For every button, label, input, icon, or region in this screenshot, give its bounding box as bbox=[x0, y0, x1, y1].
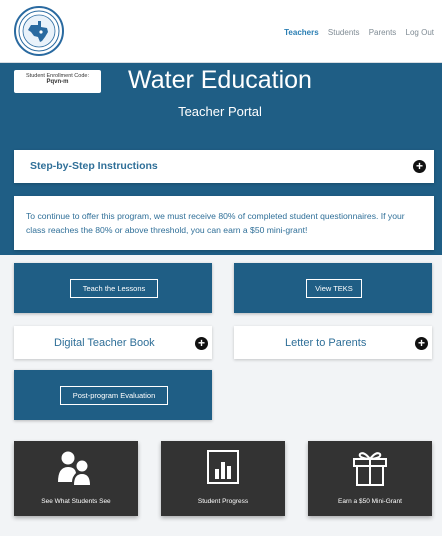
expand-plus-icon[interactable]: + bbox=[415, 337, 428, 350]
expand-plus-icon[interactable]: + bbox=[195, 337, 208, 350]
nav-parents[interactable]: Parents bbox=[369, 28, 397, 37]
letter-to-parents-label: Letter to Parents bbox=[285, 337, 367, 349]
view-teks-card: View TEKS bbox=[234, 263, 432, 313]
teach-lessons-button[interactable]: Teach the Lessons bbox=[70, 279, 158, 298]
expand-plus-icon[interactable]: + bbox=[413, 160, 426, 173]
students-icon bbox=[14, 449, 138, 492]
earn-mini-grant-label: Earn a $50 Mini-Grant bbox=[338, 498, 402, 505]
digital-teacher-book-card[interactable]: Digital Teacher Book + bbox=[14, 326, 212, 359]
instructions-label: Step-by-Step Instructions bbox=[30, 160, 158, 172]
digital-teacher-book-label: Digital Teacher Book bbox=[54, 337, 155, 349]
mini-grant-notice: To continue to offer this program, we mu… bbox=[14, 196, 434, 250]
nav-teachers[interactable]: Teachers bbox=[284, 28, 319, 37]
teach-lessons-card: Teach the Lessons bbox=[14, 263, 212, 313]
page-subtitle: Teacher Portal bbox=[178, 104, 262, 119]
nav-students[interactable]: Students bbox=[328, 28, 360, 37]
enrollment-code-value: Pqvn-m bbox=[46, 79, 69, 85]
view-teks-button[interactable]: View TEKS bbox=[306, 279, 362, 298]
instructions-accordion[interactable]: Step-by-Step Instructions + bbox=[14, 150, 434, 183]
texas-logo-icon bbox=[18, 10, 60, 52]
student-progress-label: Student Progress bbox=[197, 498, 249, 505]
top-navigation-bar: Teachers Students Parents Log Out bbox=[0, 0, 442, 63]
student-progress-tile[interactable]: Student Progress bbox=[161, 441, 285, 516]
main-nav: Teachers Students Parents Log Out bbox=[277, 28, 434, 37]
site-logo[interactable] bbox=[14, 6, 64, 56]
page-title: Water Education bbox=[128, 66, 312, 94]
enrollment-code-box: Student Enrollment Code: Pqvn-m bbox=[14, 70, 101, 93]
see-what-students-see-label: See What Students See bbox=[41, 498, 111, 505]
earn-mini-grant-tile[interactable]: Earn a $50 Mini-Grant bbox=[308, 441, 432, 516]
post-program-evaluation-card: Post-program Evaluation bbox=[14, 370, 212, 420]
nav-log-out[interactable]: Log Out bbox=[406, 28, 434, 37]
notice-text: To continue to offer this program, we mu… bbox=[26, 211, 405, 235]
enrollment-code-label: Student Enrollment Code: bbox=[26, 73, 89, 79]
gift-icon bbox=[308, 449, 432, 494]
bar-chart-icon bbox=[161, 449, 285, 492]
see-what-students-see-tile[interactable]: See What Students See bbox=[14, 441, 138, 516]
letter-to-parents-card[interactable]: Letter to Parents + bbox=[234, 326, 432, 359]
post-program-evaluation-button[interactable]: Post-program Evaluation bbox=[60, 386, 168, 405]
